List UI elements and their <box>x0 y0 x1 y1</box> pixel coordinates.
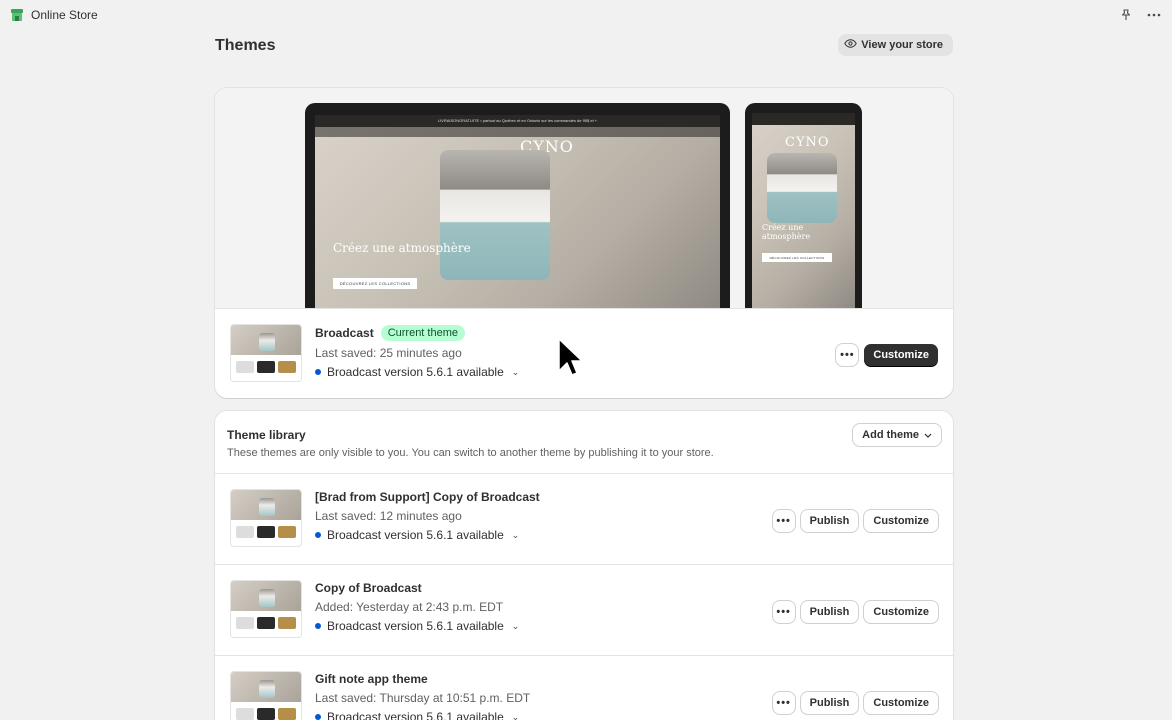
theme-name: Gift note app theme <box>315 672 428 686</box>
add-theme-button[interactable]: Add theme <box>853 424 941 446</box>
theme-library-header: Theme library These themes are only visi… <box>215 411 953 474</box>
theme-info: Copy of Broadcast Added: Yesterday at 2:… <box>315 581 519 633</box>
customize-button[interactable]: Customize <box>864 601 938 623</box>
more-horizontal-icon[interactable] <box>1146 7 1162 23</box>
chevron-down-icon[interactable]: ⌄ <box>512 530 520 541</box>
theme-meta: Last saved: Thursday at 10:51 p.m. EDT <box>315 691 531 705</box>
promo-bar: LIVRAISONGRATUITE • partout au Québec et… <box>315 115 720 127</box>
customize-button[interactable]: Customize <box>864 692 938 714</box>
version-available[interactable]: Broadcast version 5.6.1 available ⌄ <box>315 710 530 720</box>
online-store-icon <box>10 8 24 22</box>
mobile-preview: CYNO Créez une atmosphère DÉCOUVREZ LES … <box>745 103 862 308</box>
app-title: Online Store <box>31 8 98 22</box>
theme-meta: Last saved: 12 minutes ago <box>315 509 462 523</box>
pin-icon[interactable] <box>1118 7 1134 23</box>
theme-last-saved: Last saved: 25 minutes ago <box>315 346 462 360</box>
version-text: Broadcast version 5.6.1 available <box>327 710 504 720</box>
preview-hero-heading: Créez une atmosphère <box>333 241 471 255</box>
theme-meta: Added: Yesterday at 2:43 p.m. EDT <box>315 600 504 614</box>
theme-actions: ••• Publish Customize <box>772 601 938 623</box>
chevron-down-icon <box>924 429 932 441</box>
theme-thumbnail <box>230 324 302 382</box>
candle-image <box>440 150 550 280</box>
customize-button[interactable]: Customize <box>864 344 938 366</box>
theme-library-title: Theme library <box>227 428 306 442</box>
theme-info: Gift note app theme Last saved: Thursday… <box>315 672 530 720</box>
version-available[interactable]: Broadcast version 5.6.1 available ⌄ <box>315 365 519 379</box>
view-store-label: View your store <box>861 39 943 51</box>
mobile-hero-button: DÉCOUVREZ LES COLLECTIONS <box>762 253 832 262</box>
info-dot-icon <box>315 369 321 375</box>
page-header: Themes View your store <box>215 34 953 58</box>
library-theme-row: Copy of Broadcast Added: Yesterday at 2:… <box>215 565 953 656</box>
theme-thumbnail <box>230 580 302 638</box>
version-text: Broadcast version 5.6.1 available <box>327 619 504 633</box>
mobile-candle-image <box>767 153 837 223</box>
theme-info: [Brad from Support] Copy of Broadcast La… <box>315 490 540 542</box>
library-theme-row: Gift note app theme Last saved: Thursday… <box>215 656 953 720</box>
desktop-preview-screen: LIVRAISONGRATUITE • partout au Québec et… <box>315 115 720 308</box>
preview-nav <box>315 127 720 137</box>
current-theme-row: Broadcast Current theme Last saved: 25 m… <box>215 308 953 398</box>
publish-button[interactable]: Publish <box>800 692 859 714</box>
current-theme-badge: Current theme <box>380 325 465 341</box>
mobile-promo-bar <box>752 113 855 125</box>
more-actions-button[interactable]: ••• <box>836 344 859 366</box>
theme-name: Broadcast <box>315 326 374 340</box>
chevron-down-icon[interactable]: ⌄ <box>512 367 520 378</box>
customize-button[interactable]: Customize <box>864 510 938 532</box>
theme-actions: ••• Publish Customize <box>772 692 938 714</box>
version-text: Broadcast version 5.6.1 available <box>327 528 504 542</box>
theme-info: Broadcast Current theme Last saved: 25 m… <box>315 325 519 379</box>
theme-name: [Brad from Support] Copy of Broadcast <box>315 490 540 504</box>
library-theme-row: [Brad from Support] Copy of Broadcast La… <box>215 474 953 565</box>
more-actions-button[interactable]: ••• <box>772 510 795 532</box>
info-dot-icon <box>315 623 321 629</box>
publish-button[interactable]: Publish <box>800 510 859 532</box>
add-theme-label: Add theme <box>862 429 919 441</box>
theme-thumbnail <box>230 489 302 547</box>
current-theme-card: LIVRAISONGRATUITE • partout au Québec et… <box>215 88 953 398</box>
more-actions-button[interactable]: ••• <box>772 692 795 714</box>
more-actions-button[interactable]: ••• <box>772 601 795 623</box>
mobile-preview-screen: CYNO Créez une atmosphère DÉCOUVREZ LES … <box>752 113 855 308</box>
mobile-preview-brand: CYNO <box>785 135 830 150</box>
theme-library-card: Theme library These themes are only visi… <box>215 411 953 720</box>
version-available[interactable]: Broadcast version 5.6.1 available ⌄ <box>315 619 519 633</box>
eye-icon <box>844 39 858 51</box>
page-title: Themes <box>215 37 276 54</box>
desktop-preview: LIVRAISONGRATUITE • partout au Québec et… <box>305 103 730 308</box>
theme-library-description: These themes are only visible to you. Yo… <box>227 447 714 459</box>
theme-actions: ••• Customize <box>836 344 938 366</box>
info-dot-icon <box>315 532 321 538</box>
mouse-cursor-icon <box>558 338 582 376</box>
theme-preview[interactable]: LIVRAISONGRATUITE • partout au Québec et… <box>215 88 953 308</box>
version-text: Broadcast version 5.6.1 available <box>327 365 504 379</box>
publish-button[interactable]: Publish <box>800 601 859 623</box>
chevron-down-icon[interactable]: ⌄ <box>512 621 520 632</box>
info-dot-icon <box>315 714 321 720</box>
theme-actions: ••• Publish Customize <box>772 510 938 532</box>
theme-thumbnail <box>230 671 302 720</box>
preview-hero-button: DÉCOUVREZ LES COLLECTIONS <box>333 278 417 289</box>
mobile-hero-heading: Créez une atmosphère <box>762 223 811 241</box>
app-topbar: Online Store <box>0 0 1172 30</box>
theme-name: Copy of Broadcast <box>315 581 422 595</box>
chevron-down-icon[interactable]: ⌄ <box>512 712 520 720</box>
version-available[interactable]: Broadcast version 5.6.1 available ⌄ <box>315 528 540 542</box>
view-store-button[interactable]: View your store <box>838 34 953 56</box>
